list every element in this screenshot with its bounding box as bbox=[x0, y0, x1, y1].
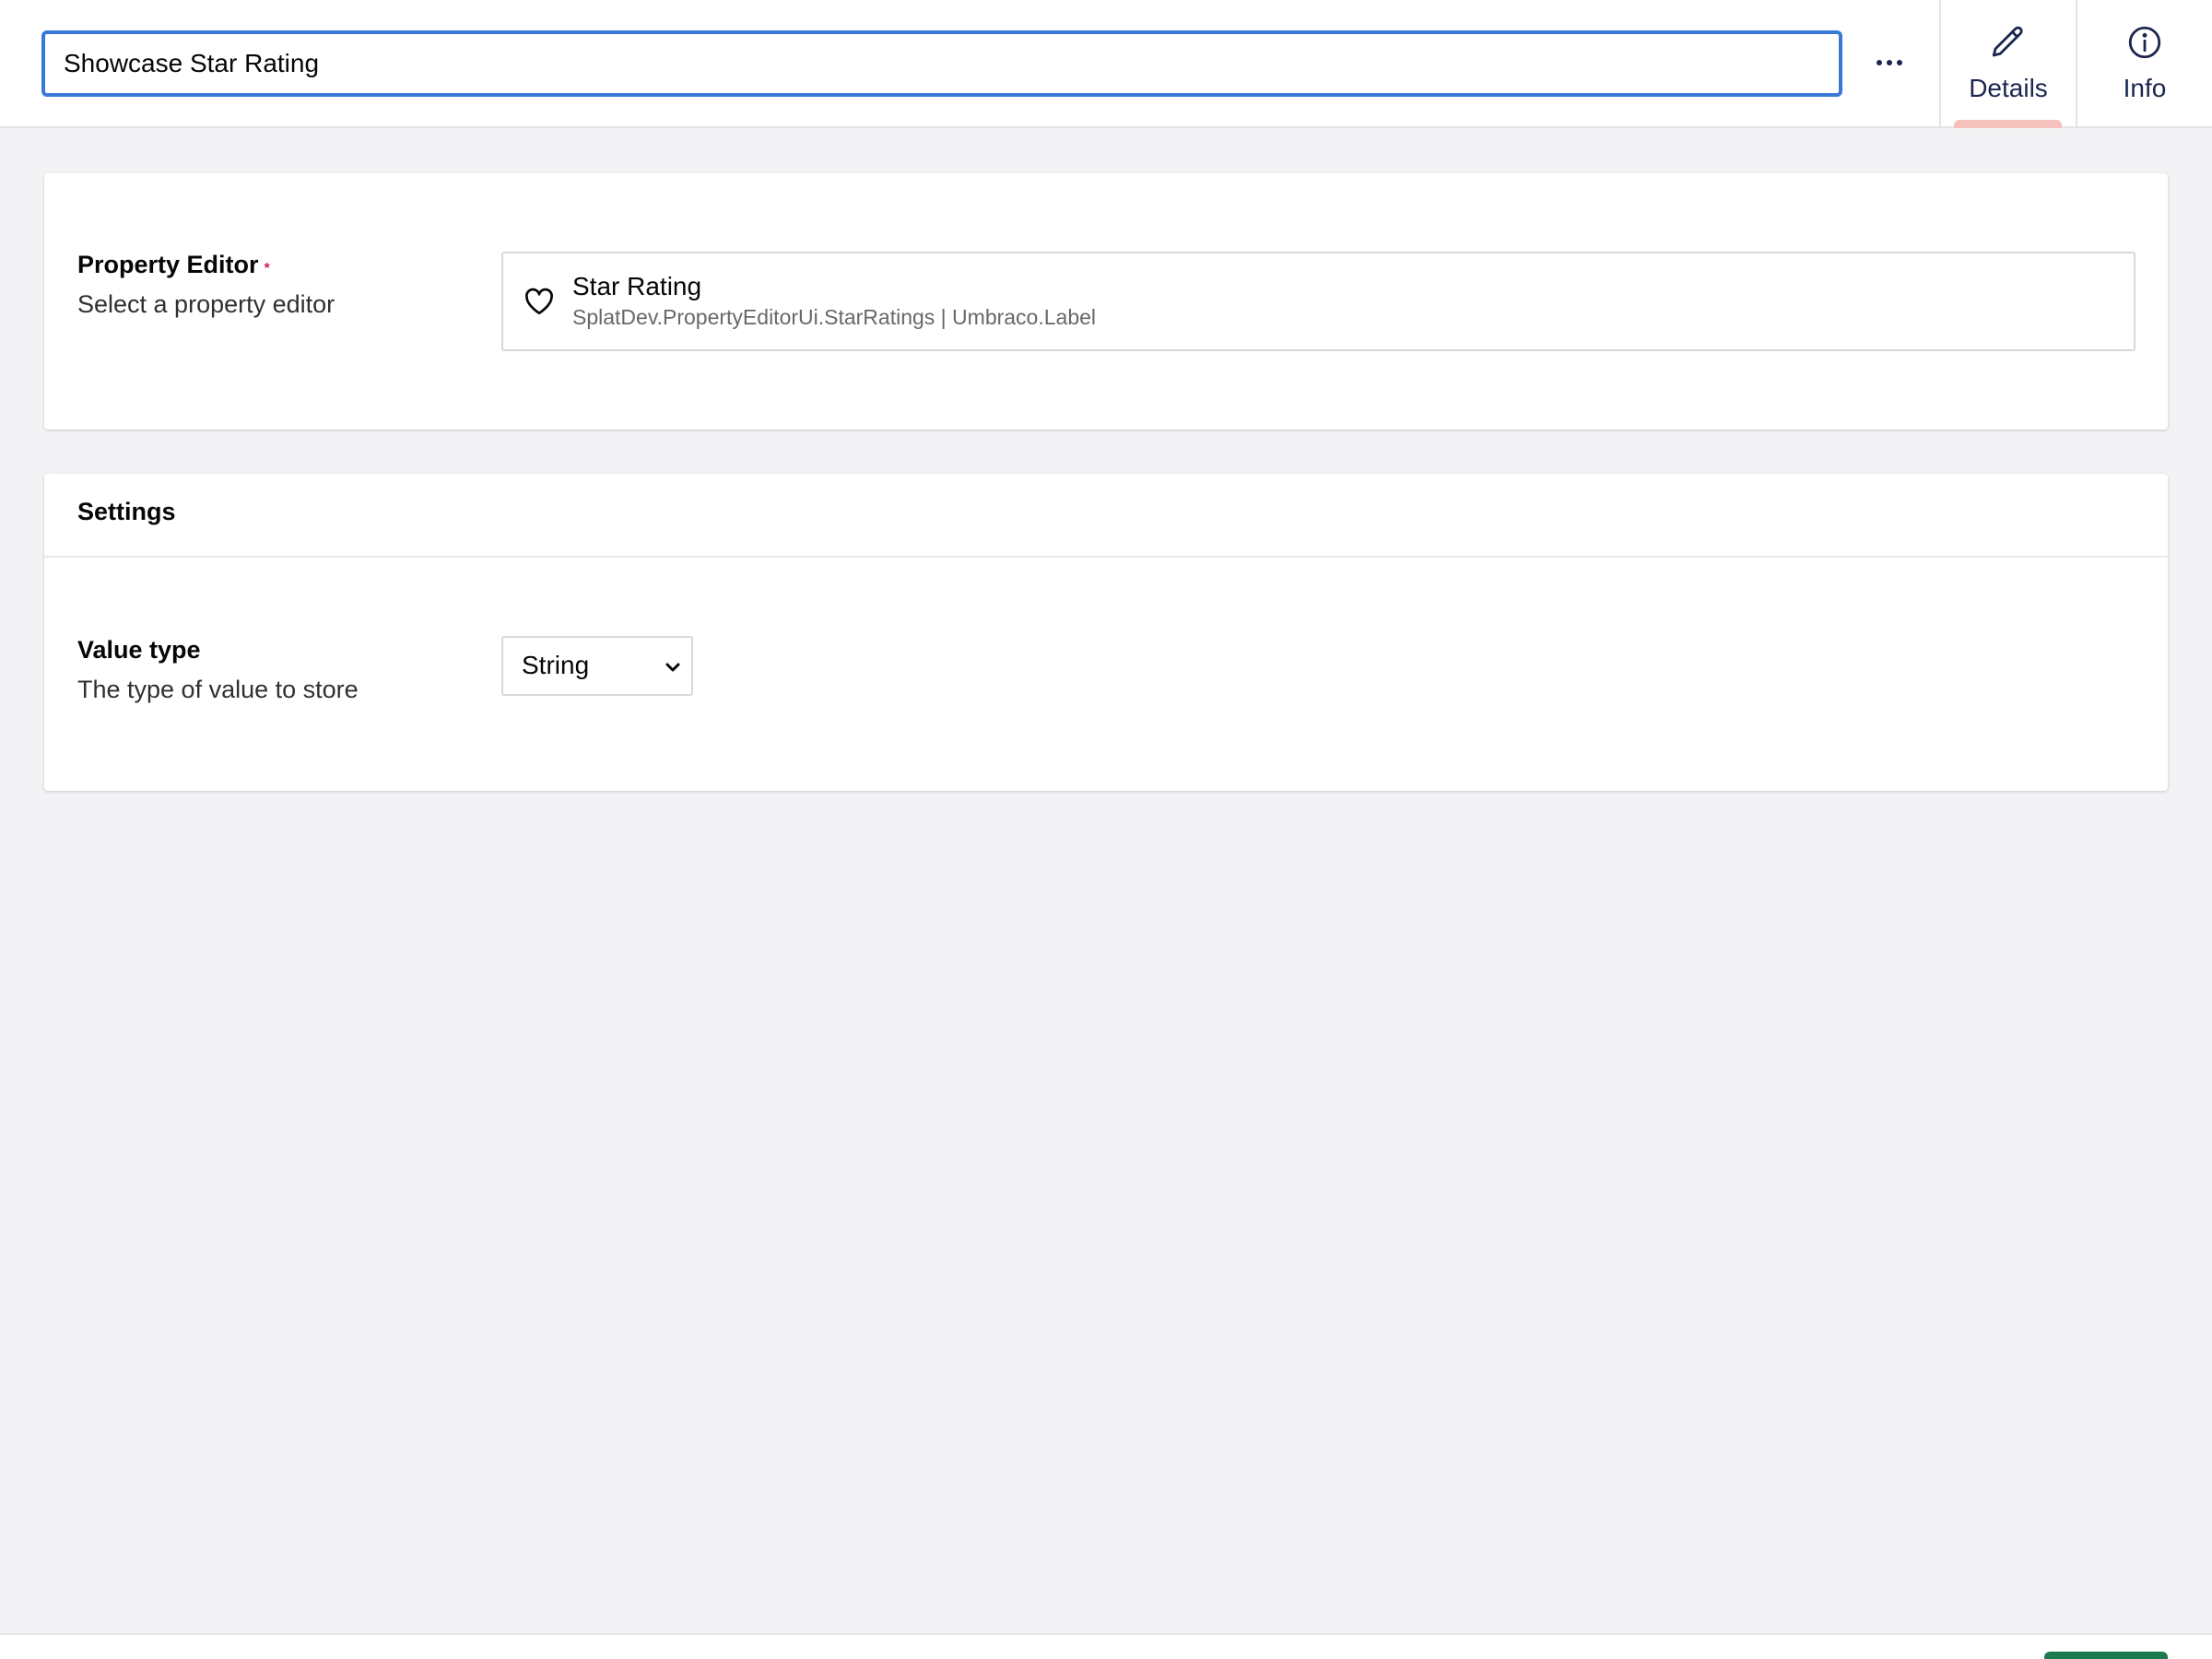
property-editor-alias: SplatDev.PropertyEditorUi.StarRatings | … bbox=[572, 305, 1097, 329]
settings-header: Settings bbox=[44, 474, 2168, 558]
tab-info[interactable]: Info bbox=[2076, 0, 2212, 126]
info-icon bbox=[2125, 23, 2164, 66]
more-actions-button[interactable] bbox=[1862, 37, 1917, 88]
workspace-footer bbox=[0, 1633, 2212, 1659]
pencil-icon bbox=[1989, 23, 2028, 66]
property-editor-label: Property Editor bbox=[77, 251, 259, 278]
more-dot bbox=[1877, 60, 1882, 65]
property-editor-label-group: Property Editor * Select a property edito… bbox=[77, 251, 335, 319]
settings-card: Settings Value type The type of value to… bbox=[44, 474, 2168, 791]
value-type-selected: String bbox=[522, 651, 590, 679]
value-type-label-group: Value type The type of value to store bbox=[77, 636, 359, 704]
required-indicator: * bbox=[264, 261, 270, 276]
property-editor-name: Star Rating bbox=[572, 272, 702, 300]
save-button[interactable] bbox=[2044, 1652, 2168, 1659]
tab-info-label: Info bbox=[2123, 74, 2167, 102]
value-type-select[interactable]: String bbox=[501, 636, 693, 696]
heart-icon bbox=[522, 285, 557, 323]
tab-details-label: Details bbox=[1969, 74, 2048, 102]
workspace-header: Details Info bbox=[0, 0, 2212, 128]
active-tab-indicator bbox=[1954, 120, 2062, 128]
chevron-down-icon bbox=[662, 656, 684, 683]
property-editor-description: Select a property editor bbox=[77, 290, 335, 318]
name-input[interactable] bbox=[41, 30, 1842, 97]
value-type-label: Value type bbox=[77, 636, 201, 664]
more-dot bbox=[1887, 60, 1892, 65]
value-type-description: The type of value to store bbox=[77, 676, 359, 703]
tab-details[interactable]: Details bbox=[1939, 0, 2076, 126]
property-editor-card: Property Editor * Select a property edito… bbox=[44, 173, 2168, 429]
settings-title: Settings bbox=[77, 498, 176, 525]
more-dot bbox=[1897, 60, 1902, 65]
property-editor-picker[interactable]: Star Rating SplatDev.PropertyEditorUi.St… bbox=[501, 252, 2136, 351]
